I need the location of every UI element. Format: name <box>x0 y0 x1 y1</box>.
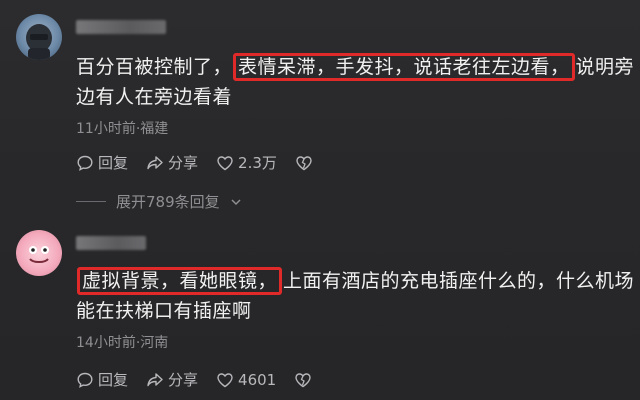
username-blurred[interactable] <box>76 20 166 34</box>
chevron-down-icon <box>231 198 241 205</box>
like-button[interactable]: 4601 <box>216 371 276 389</box>
reply-label: 回复 <box>98 371 129 389</box>
comment-actions: 回复 分享 4601 <box>76 369 312 390</box>
like-count: 2.3万 <box>238 154 277 172</box>
share-button[interactable]: 分享 <box>146 369 198 390</box>
comment-text-start: 百分百被控制了， <box>76 56 233 78</box>
expand-replies-label: 展开789条回复 <box>116 193 220 211</box>
comment-text: 虚拟背景，看她眼镜， 上面有酒店的充电插座什么的，什么机场能在扶梯口有插座啊 <box>76 266 636 326</box>
dislike-button[interactable] <box>295 154 313 172</box>
share-label: 分享 <box>168 371 199 389</box>
comment-meta: 14小时前·河南 <box>76 335 169 351</box>
avatar[interactable] <box>16 230 62 276</box>
heart-icon <box>217 372 233 387</box>
broken-heart-icon <box>296 155 312 170</box>
divider-line <box>76 201 106 202</box>
reply-button[interactable]: 回复 <box>76 152 128 173</box>
heart-icon <box>217 155 233 170</box>
expand-replies-button[interactable]: 展开789条回复 <box>76 191 242 212</box>
avatar[interactable] <box>16 14 62 60</box>
comment-text: 百分百被控制了， 表情呆滞，手发抖，说话老往左边看， 说明旁边有人在旁边看着 <box>76 52 636 112</box>
share-icon <box>147 372 163 386</box>
reply-button[interactable]: 回复 <box>76 369 128 390</box>
avatar-figure-icon <box>26 24 52 60</box>
reply-icon <box>77 372 93 388</box>
share-icon <box>147 155 163 169</box>
share-label: 分享 <box>168 154 199 172</box>
highlighted-text: 虚拟背景，看她眼镜， <box>77 267 283 295</box>
broken-heart-icon <box>295 372 311 387</box>
avatar-cartoon-icon <box>29 246 49 263</box>
dislike-button[interactable] <box>294 371 312 389</box>
share-button[interactable]: 分享 <box>146 152 198 173</box>
comment-meta: 11小时前·福建 <box>76 121 169 137</box>
reply-icon <box>77 155 93 171</box>
like-button[interactable]: 2.3万 <box>216 152 277 173</box>
highlighted-text: 表情呆滞，手发抖，说话老往左边看， <box>233 53 575 81</box>
like-count: 4601 <box>238 370 277 389</box>
reply-label: 回复 <box>98 154 129 172</box>
username-blurred[interactable] <box>76 236 146 250</box>
comment-actions: 回复 分享 2.3万 <box>76 152 313 173</box>
